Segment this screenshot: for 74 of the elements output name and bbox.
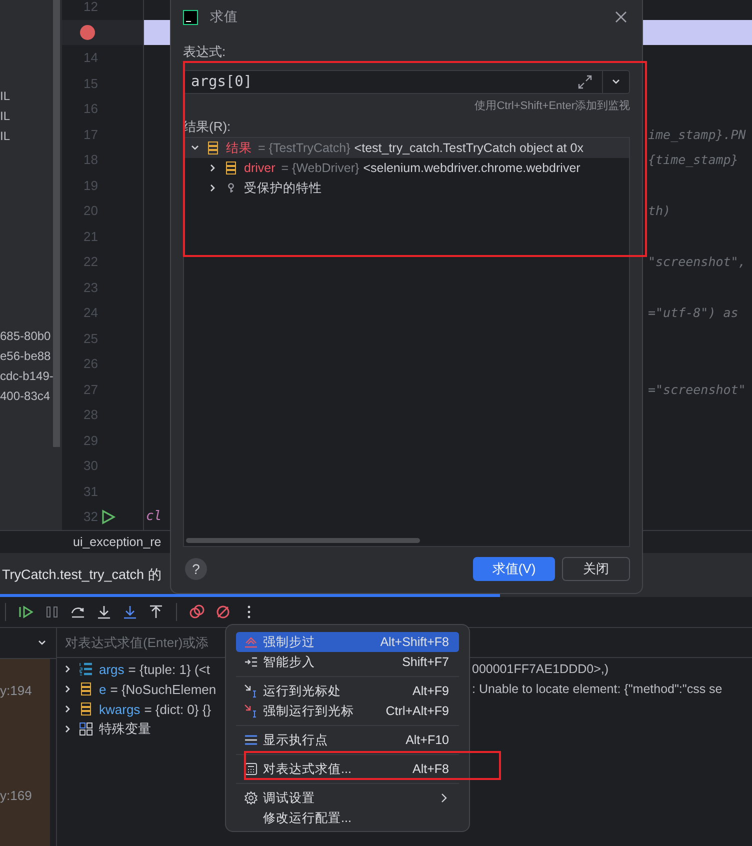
code-text: ="screenshot" — [648, 382, 746, 397]
step-over-icon — [244, 635, 258, 649]
grid-icon — [79, 722, 93, 736]
hint-text: 使用Ctrl+Shift+Enter添加到监视 — [474, 99, 630, 114]
run-icon[interactable] — [100, 508, 116, 525]
variable-value: <test_try_catch.TestTryCatch object at 0x — [354, 141, 584, 155]
menu-item[interactable]: 强制步过 Alt+Shift+F8 — [236, 632, 459, 652]
scrollbar[interactable] — [186, 538, 420, 543]
field-icon — [79, 682, 93, 696]
variable-name: 结果 — [226, 140, 252, 156]
variable-name: kwargs — [99, 702, 140, 716]
menu-item[interactable]: 运行到光标处 Alt+F9 — [236, 681, 459, 701]
lines-icon — [244, 733, 258, 747]
run-to-cursor-icon — [244, 684, 258, 698]
list-icon — [79, 662, 93, 676]
step-into-icon[interactable] — [96, 604, 112, 620]
variable-type: = {WebDriver} — [281, 161, 360, 175]
code-text: ime_stamp}.PN — [648, 126, 746, 142]
help-button[interactable]: ? — [185, 558, 207, 580]
editor-tab[interactable]: ui_exception_re — [73, 535, 162, 549]
variable-value: : Unable to locate element: {"method":"css se — [472, 682, 724, 696]
menu-item[interactable]: 修改运行配置... — [236, 808, 459, 828]
file-name[interactable]: cdc-b149- — [0, 366, 54, 386]
code-text: {time_stamp} — [648, 152, 738, 168]
dialog-title: 求值 — [210, 8, 239, 26]
menu-item[interactable]: 显示执行点 Alt+F10 — [236, 730, 459, 750]
menu-item[interactable]: 强制运行到光标 Ctrl+Alt+F9 — [236, 701, 459, 721]
field-icon — [206, 141, 220, 155]
code-text: cl — [145, 509, 162, 524]
close-icon[interactable] — [615, 11, 627, 23]
file-name[interactable]: 685-80b0 — [0, 326, 54, 346]
variable-value: = {tuple: 1} (<t — [128, 662, 210, 676]
scrollbar[interactable] — [53, 0, 60, 447]
breakpoints-icon[interactable] — [189, 604, 205, 620]
variable-name: e — [99, 682, 106, 696]
variable-value: = {NoSuchElemen — [110, 682, 216, 696]
frame-item[interactable]: y:194 — [0, 681, 50, 701]
code-text: th) — [648, 203, 671, 218]
pause-icon[interactable] — [44, 604, 60, 620]
field-icon — [224, 161, 238, 175]
variable-name: driver — [244, 161, 276, 175]
variable-value: 000001FF7AE1DDD0>,) — [472, 662, 610, 676]
run-to-cursor-icon — [244, 704, 258, 718]
calculator-icon — [244, 762, 258, 776]
variable-value: <selenium.webdriver.chrome.webdriver — [363, 161, 580, 175]
expression-label: 表达式: — [183, 44, 227, 60]
file-name[interactable]: IL — [0, 106, 54, 126]
menu-item[interactable]: 调试设置 — [236, 788, 459, 808]
frame-item[interactable]: y:169 — [0, 786, 50, 806]
close-button[interactable]: 关闭 — [562, 557, 630, 581]
variable-value: = {dict: 0} {} — [144, 702, 212, 716]
settings-icon — [244, 791, 258, 805]
file-name[interactable]: e56-be88 — [0, 346, 54, 366]
variable-name: args — [99, 662, 124, 676]
file-name[interactable]: 400-83c4 — [0, 386, 54, 406]
variable-name: 特殊变量 — [99, 720, 151, 738]
field-icon — [79, 702, 93, 716]
file-name[interactable]: IL — [0, 86, 54, 106]
menu-item[interactable]: 对表达式求值... Alt+F8 — [236, 759, 459, 779]
code-text: ="utf-8") as — [648, 305, 738, 320]
evaluate-button[interactable]: 求值(V) — [473, 557, 555, 581]
code-text: "screenshot", — [648, 254, 746, 270]
expression-field[interactable]: args[0] — [183, 70, 630, 94]
breakpoint-icon[interactable] — [80, 24, 95, 40]
step-out-icon[interactable] — [148, 604, 164, 620]
app-logo-icon — [183, 10, 198, 24]
variable-type: = {TestTryCatch} — [258, 141, 350, 155]
mute-breakpoints-icon[interactable] — [215, 604, 231, 620]
variable-name: 受保护的特性 — [244, 180, 322, 196]
smart-step-icon — [244, 655, 258, 669]
file-name[interactable]: IL — [0, 126, 54, 146]
expand-icon[interactable] — [578, 75, 592, 89]
resume-icon[interactable] — [18, 604, 34, 620]
step-into-icon[interactable] — [122, 604, 138, 620]
